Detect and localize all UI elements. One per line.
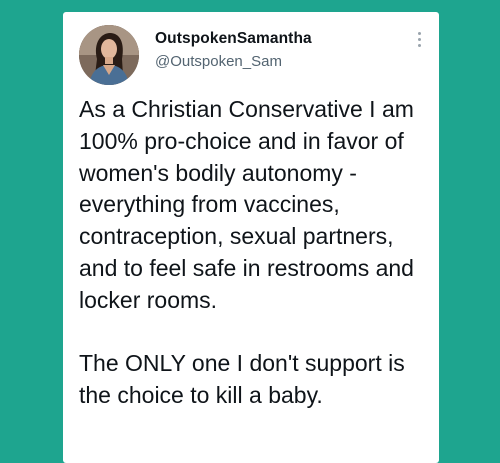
tweet-paragraph: As a Christian Conservative I am 100% pr… (79, 96, 414, 313)
tweet-paragraph: The ONLY one I don't support is the choi… (79, 350, 405, 409)
user-handle[interactable]: @Outspoken_Sam (155, 53, 282, 70)
tweet-card[interactable]: OutspokenSamantha @Outspoken_Sam As a Ch… (63, 12, 439, 463)
more-dot (417, 32, 421, 35)
profile-photo-icon (79, 25, 139, 85)
more-dot (417, 38, 421, 41)
tweet-body: As a Christian Conservative I am 100% pr… (79, 94, 429, 412)
avatar[interactable] (79, 25, 139, 85)
more-options-icon[interactable] (413, 32, 425, 52)
more-dot (417, 44, 421, 47)
display-name[interactable]: OutspokenSamantha (155, 30, 312, 48)
